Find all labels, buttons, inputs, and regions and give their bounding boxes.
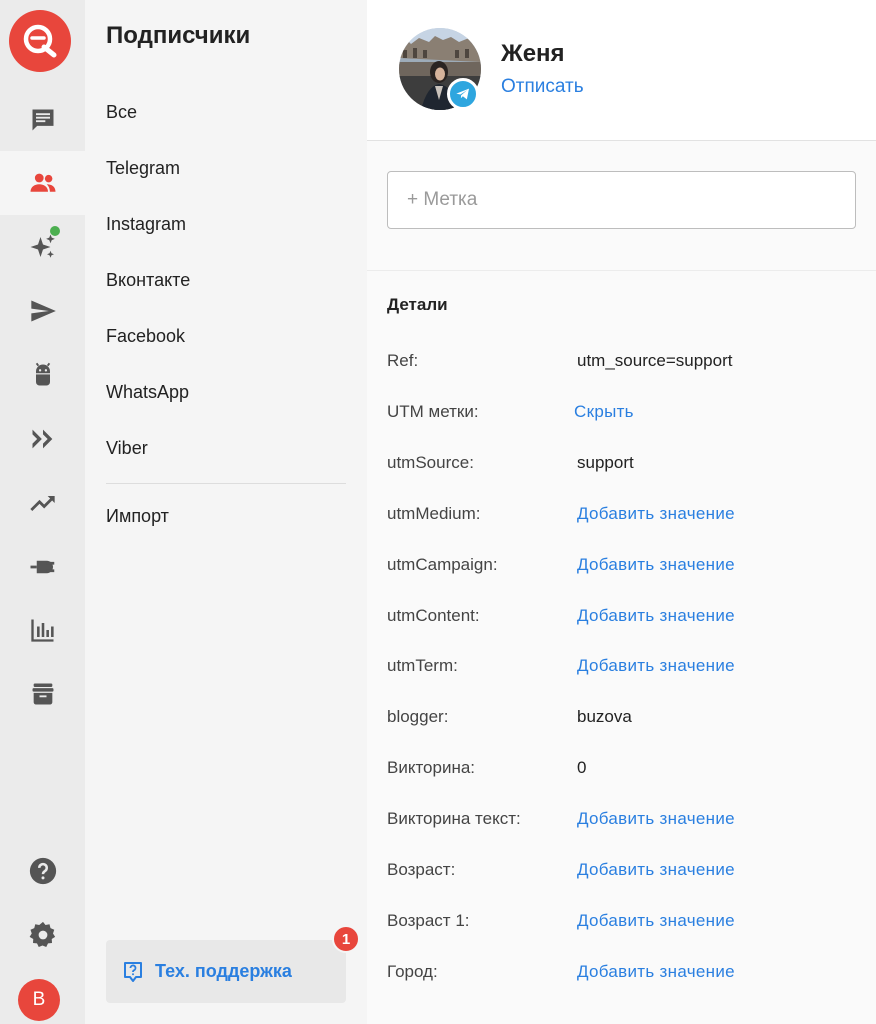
add-value-link[interactable]: Добавить значение bbox=[577, 962, 735, 982]
detail-row: Возраст 1: Добавить значение bbox=[387, 911, 857, 935]
sidebar-item-whatsapp[interactable]: WhatsApp bbox=[106, 382, 189, 403]
sidebar-item-vkontakte[interactable]: Вконтакте bbox=[106, 270, 190, 291]
sidebar-item-viber[interactable]: Viber bbox=[106, 438, 148, 459]
detail-row: utmContent: Добавить значение bbox=[387, 606, 857, 630]
sidebar-item-telegram[interactable]: Telegram bbox=[106, 158, 180, 179]
add-value-link[interactable]: Добавить значение bbox=[577, 606, 735, 626]
detail-row: Город: Добавить значение bbox=[387, 962, 857, 986]
help-icon bbox=[29, 857, 56, 885]
nav-integrations[interactable] bbox=[0, 535, 85, 599]
sidebar-item-all[interactable]: Все bbox=[106, 102, 137, 123]
unsubscribe-link[interactable]: Отписать bbox=[501, 76, 584, 98]
add-value-link[interactable]: Добавить значение bbox=[577, 555, 735, 575]
nav-broadcast[interactable] bbox=[0, 279, 85, 343]
detail-row: utmTerm: Добавить значение bbox=[387, 656, 857, 680]
archive-icon bbox=[32, 683, 53, 705]
add-value-link[interactable]: Добавить значение bbox=[577, 656, 735, 676]
detail-value: buzova bbox=[577, 707, 632, 726]
sidebar-divider bbox=[106, 483, 346, 484]
sidebar-item-instagram[interactable]: Instagram bbox=[106, 214, 186, 235]
nav-help[interactable] bbox=[0, 839, 85, 903]
funnel-icon bbox=[32, 429, 52, 449]
plug-icon bbox=[30, 560, 54, 574]
detail-row: utmCampaign: Добавить значение bbox=[387, 555, 857, 579]
bot-icon bbox=[35, 362, 50, 386]
detail-value: 0 bbox=[577, 758, 587, 777]
detail-row: utmSource: support bbox=[387, 453, 857, 477]
detail-key: Викторина текст: bbox=[387, 809, 521, 828]
add-value-link[interactable]: Добавить значение bbox=[577, 860, 735, 880]
sidebar-item-import[interactable]: Импорт bbox=[106, 506, 169, 527]
subscribers-icon bbox=[30, 173, 55, 192]
telegram-icon bbox=[447, 78, 479, 110]
detail-value: utm_source=support bbox=[577, 351, 733, 370]
nav-archive[interactable] bbox=[0, 662, 85, 726]
detail-key: blogger: bbox=[387, 707, 449, 726]
messages-icon bbox=[32, 109, 53, 131]
account-avatar[interactable]: B bbox=[18, 979, 60, 1021]
subscriber-details-panel: Женя Отписать Детали Ref: utm_source=supp… bbox=[367, 0, 876, 1024]
support-label: Тех. поддержка bbox=[155, 961, 292, 981]
sparkles-icon bbox=[30, 234, 55, 258]
detail-row: Возраст: Добавить значение bbox=[387, 860, 857, 884]
detail-row: blogger: buzova bbox=[387, 707, 857, 731]
add-value-link[interactable]: Добавить значение bbox=[577, 504, 735, 524]
notification-badge: 1 bbox=[332, 925, 360, 953]
detail-row: Ref: utm_source=support bbox=[387, 351, 857, 375]
detail-key: UTM метки: bbox=[387, 402, 479, 421]
tag-section bbox=[367, 141, 876, 271]
detail-key: utmTerm: bbox=[387, 656, 458, 675]
nav-funnels[interactable] bbox=[0, 407, 85, 471]
nav-magic[interactable] bbox=[0, 215, 85, 279]
sidebar-item-facebook[interactable]: Facebook bbox=[106, 326, 185, 347]
nav-messages[interactable] bbox=[0, 88, 85, 152]
nav-settings[interactable] bbox=[0, 903, 85, 967]
tag-input[interactable] bbox=[387, 171, 856, 229]
detail-row: Викторина: 0 bbox=[387, 758, 857, 782]
detail-key: utmContent: bbox=[387, 606, 480, 625]
add-value-link[interactable]: Добавить значение bbox=[577, 911, 735, 931]
detail-key: Ref: bbox=[387, 351, 419, 370]
subscribers-sidebar: Подписчики Все Telegram Instagram Вконта… bbox=[85, 0, 367, 1024]
detail-key: Возраст: bbox=[387, 860, 456, 879]
settings-icon bbox=[29, 921, 55, 947]
detail-row: UTM метки: Скрыть bbox=[387, 402, 857, 426]
subscriber-name: Женя bbox=[501, 40, 565, 67]
detail-key: utmCampaign: bbox=[387, 555, 498, 574]
support-help-icon bbox=[124, 961, 142, 982]
trending-icon bbox=[29, 496, 55, 511]
sidebar-title: Подписчики bbox=[106, 22, 251, 49]
nav-stats[interactable] bbox=[0, 598, 85, 662]
add-value-link[interactable]: Добавить значение bbox=[577, 809, 735, 829]
hide-utm-link[interactable]: Скрыть bbox=[574, 402, 634, 422]
nav-bots[interactable] bbox=[0, 343, 85, 407]
detail-key: Город: bbox=[387, 962, 438, 981]
detail-key: Викторина: bbox=[387, 758, 476, 777]
detail-value: support bbox=[577, 453, 634, 472]
support-button[interactable]: Тех. поддержка bbox=[106, 940, 346, 1003]
send-icon bbox=[30, 300, 56, 322]
profile-header: Женя Отписать bbox=[367, 0, 876, 141]
stats-icon bbox=[30, 619, 54, 642]
detail-row: Викторина текст: Добавить значение bbox=[387, 809, 857, 833]
detail-key: Возраст 1: bbox=[387, 911, 470, 930]
nav-analytics[interactable] bbox=[0, 471, 85, 535]
icon-rail: B bbox=[0, 0, 85, 1024]
online-dot bbox=[50, 226, 60, 236]
details-title: Детали bbox=[387, 295, 448, 314]
detail-key: utmSource: bbox=[387, 453, 474, 472]
chat-logo-icon[interactable] bbox=[9, 10, 71, 72]
detail-key: utmMedium: bbox=[387, 504, 481, 523]
nav-subscribers[interactable] bbox=[0, 151, 85, 215]
detail-row: utmMedium: Добавить значение bbox=[387, 504, 857, 528]
